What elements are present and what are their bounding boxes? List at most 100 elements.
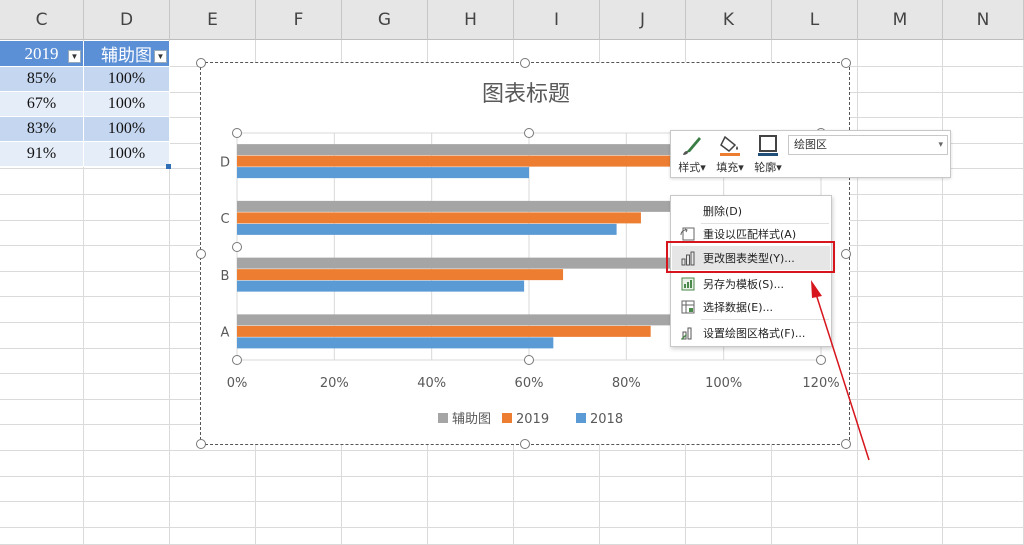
chart-resize-handle[interactable] — [841, 58, 851, 68]
chart-resize-handle[interactable] — [841, 439, 851, 449]
grid-cell[interactable] — [256, 477, 342, 502]
grid-cell[interactable] — [428, 528, 514, 545]
chart-title[interactable]: 图表标题 — [482, 82, 570, 107]
bar-2018-B[interactable] — [237, 280, 525, 292]
grid-cell[interactable] — [943, 400, 1024, 425]
grid-cell[interactable] — [600, 502, 686, 528]
grid-cell[interactable] — [0, 425, 84, 451]
column-header-L[interactable]: L — [772, 0, 858, 40]
grid-cell[interactable] — [858, 40, 943, 67]
grid-cell[interactable] — [943, 221, 1024, 246]
grid-cell[interactable] — [858, 502, 943, 528]
grid-cell[interactable] — [84, 374, 170, 400]
grid-cell[interactable] — [943, 323, 1024, 349]
menu-item-format-plot-area[interactable]: 设置绘图区格式(F)... — [672, 321, 830, 345]
grid-cell[interactable] — [772, 477, 858, 502]
grid-cell[interactable] — [943, 144, 1024, 169]
column-header-J[interactable]: J — [600, 0, 686, 40]
grid-cell[interactable] — [943, 93, 1024, 118]
grid-cell[interactable] — [943, 425, 1024, 451]
grid-cell[interactable] — [858, 221, 943, 246]
grid-cell[interactable] — [428, 451, 514, 477]
table-cell[interactable]: 100% — [84, 67, 170, 92]
grid-cell[interactable] — [84, 297, 170, 323]
bar-辅助图-B[interactable] — [237, 257, 724, 269]
grid-cell[interactable] — [256, 502, 342, 528]
chart-resize-handle[interactable] — [520, 439, 530, 449]
table-cell[interactable]: 67% — [0, 92, 84, 117]
menu-item-select-data[interactable]: 选择数据(E)... — [672, 295, 830, 319]
grid-cell[interactable] — [0, 477, 84, 502]
grid-cell[interactable] — [943, 246, 1024, 272]
grid-cell[interactable] — [84, 349, 170, 374]
grid-cell[interactable] — [0, 195, 84, 221]
grid-cell[interactable] — [858, 477, 943, 502]
grid-cell[interactable] — [84, 528, 170, 545]
grid-cell[interactable] — [943, 451, 1024, 477]
column-header-C[interactable]: C — [0, 0, 84, 40]
grid-cell[interactable] — [170, 528, 256, 545]
column-header-N[interactable]: N — [943, 0, 1024, 40]
grid-cell[interactable] — [84, 323, 170, 349]
grid-cell[interactable] — [858, 425, 943, 451]
column-header-M[interactable]: M — [858, 0, 943, 40]
filter-dropdown-icon[interactable]: ▼ — [68, 50, 81, 63]
grid-cell[interactable] — [342, 528, 428, 545]
table-cell[interactable]: 83% — [0, 117, 84, 142]
grid-cell[interactable] — [342, 477, 428, 502]
plot-area-handle[interactable] — [524, 355, 534, 365]
grid-cell[interactable] — [943, 349, 1024, 374]
grid-cell[interactable] — [514, 502, 600, 528]
chart-resize-handle[interactable] — [196, 249, 206, 259]
table-cell[interactable]: 91% — [0, 142, 84, 167]
grid-cell[interactable] — [84, 272, 170, 297]
grid-cell[interactable] — [514, 477, 600, 502]
grid-cell[interactable] — [84, 400, 170, 425]
table-header-2019[interactable]: 2019 ▼ — [0, 41, 84, 67]
column-header-K[interactable]: K — [686, 0, 772, 40]
grid-cell[interactable] — [943, 195, 1024, 221]
grid-cell[interactable] — [0, 400, 84, 425]
grid-cell[interactable] — [772, 528, 858, 545]
bar-辅助图-C[interactable] — [237, 200, 724, 212]
grid-cell[interactable] — [943, 272, 1024, 297]
bar-2019-B[interactable] — [237, 269, 564, 281]
grid-cell[interactable] — [0, 221, 84, 246]
bar-2018-C[interactable] — [237, 223, 617, 235]
grid-cell[interactable] — [686, 477, 772, 502]
bar-2018-D[interactable] — [237, 167, 529, 179]
grid-cell[interactable] — [600, 528, 686, 545]
grid-cell[interactable] — [858, 93, 943, 118]
chart-resize-handle[interactable] — [196, 58, 206, 68]
grid-cell[interactable] — [0, 502, 84, 528]
grid-cell[interactable] — [170, 477, 256, 502]
grid-cell[interactable] — [0, 374, 84, 400]
grid-cell[interactable] — [84, 425, 170, 451]
table-header-helper[interactable]: 辅助图 ▼ — [84, 41, 170, 67]
grid-cell[interactable] — [0, 272, 84, 297]
column-header-I[interactable]: I — [514, 0, 600, 40]
grid-cell[interactable] — [858, 323, 943, 349]
grid-cell[interactable] — [84, 502, 170, 528]
grid-cell[interactable] — [943, 502, 1024, 528]
grid-cell[interactable] — [772, 502, 858, 528]
column-header-D[interactable]: D — [84, 0, 170, 40]
grid-cell[interactable] — [858, 451, 943, 477]
grid-cell[interactable] — [84, 221, 170, 246]
chart-resize-handle[interactable] — [520, 58, 530, 68]
grid-cell[interactable] — [686, 451, 772, 477]
fill-button[interactable]: 填充▾ — [711, 133, 749, 177]
menu-item-delete[interactable]: 删除(D) — [672, 199, 830, 223]
grid-cell[interactable] — [943, 297, 1024, 323]
legend-entry[interactable]: 2019 — [516, 412, 549, 427]
grid-cell[interactable] — [858, 246, 943, 272]
chart-resize-handle[interactable] — [196, 439, 206, 449]
grid-cell[interactable] — [686, 502, 772, 528]
plot-area-handle[interactable] — [816, 355, 826, 365]
bar-2018-A[interactable] — [237, 337, 554, 349]
bar-辅助图-D[interactable] — [237, 144, 724, 156]
column-header-F[interactable]: F — [256, 0, 342, 40]
grid-cell[interactable] — [0, 169, 84, 195]
chart-resize-handle[interactable] — [841, 249, 851, 259]
grid-cell[interactable] — [858, 374, 943, 400]
